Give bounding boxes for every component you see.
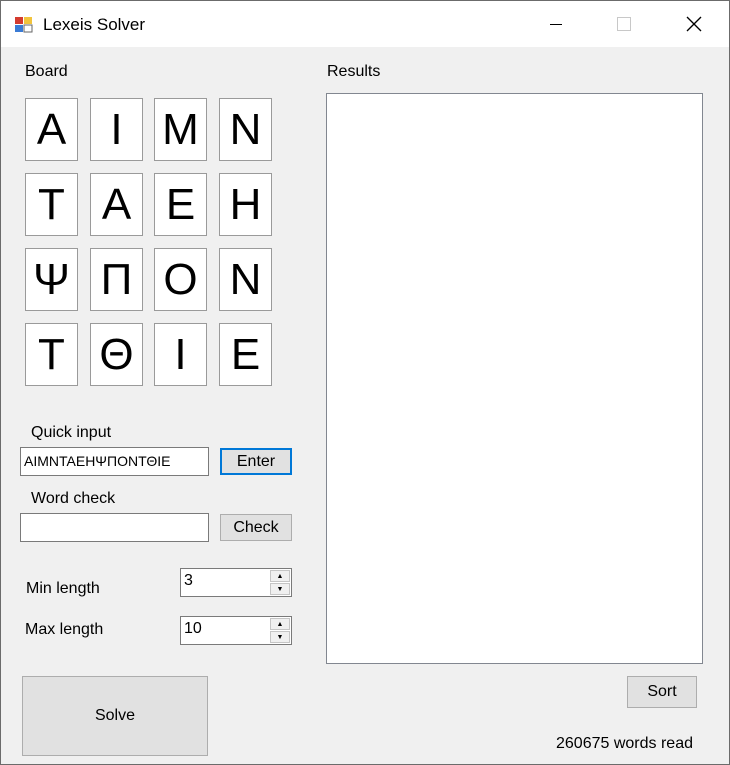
max-length-label: Max length <box>25 621 104 638</box>
spin-down-icon[interactable]: ▼ <box>270 631 290 643</box>
min-length-label: Min length <box>26 580 100 597</box>
spin-down-icon[interactable]: ▼ <box>270 583 290 595</box>
title-bar: Lexeis Solver <box>1 1 729 47</box>
min-length-spin-buttons: ▲ ▼ <box>270 570 290 595</box>
board-tile[interactable]: Ι <box>90 98 143 161</box>
check-button[interactable]: Check <box>220 514 292 541</box>
max-length-value[interactable]: 10 <box>184 620 202 638</box>
sort-button-label: Sort <box>647 683 677 700</box>
status-text: 260675 words read <box>556 735 693 752</box>
enter-button-label: Enter <box>236 452 276 470</box>
board-tile[interactable]: Ι <box>154 323 207 386</box>
board-tile[interactable]: Τ <box>25 173 78 236</box>
board-tile[interactable]: Ε <box>154 173 207 236</box>
board-tile[interactable]: Ψ <box>25 248 78 311</box>
board-tile[interactable]: Θ <box>90 323 143 386</box>
window-title: Lexeis Solver <box>43 15 146 34</box>
minimize-button[interactable] <box>533 1 579 47</box>
board-tile[interactable]: Η <box>219 173 272 236</box>
board-label: Board <box>25 63 68 80</box>
enter-button[interactable]: Enter <box>220 448 292 475</box>
max-length-stepper[interactable]: 10 ▲ ▼ <box>180 616 292 645</box>
min-length-value[interactable]: 3 <box>184 572 193 590</box>
check-button-label: Check <box>233 518 279 536</box>
solve-button[interactable]: Solve <box>22 676 208 756</box>
board-tile[interactable]: Π <box>90 248 143 311</box>
board-tile[interactable]: Ο <box>154 248 207 311</box>
board-tile[interactable]: Α <box>90 173 143 236</box>
board-tile[interactable]: Ν <box>219 248 272 311</box>
solve-button-label: Solve <box>94 707 136 724</box>
board-tile[interactable]: Τ <box>25 323 78 386</box>
min-length-stepper[interactable]: 3 ▲ ▼ <box>180 568 292 597</box>
maximize-icon <box>617 17 631 31</box>
quick-input-field[interactable]: ΑΙΜΝΤΑΕΗΨΠΟΝΤΘΙΕ <box>20 447 209 476</box>
spin-up-icon[interactable]: ▲ <box>270 618 290 630</box>
close-button[interactable] <box>671 1 717 47</box>
max-length-spin-buttons: ▲ ▼ <box>270 618 290 643</box>
quick-input-label: Quick input <box>31 424 112 441</box>
word-check-field[interactable] <box>20 513 209 542</box>
sort-button[interactable]: Sort <box>627 676 697 708</box>
close-icon <box>686 16 702 32</box>
app-window: Lexeis Solver Board Α Ι Μ Ν Τ Α Ε Η Ψ Π … <box>0 0 730 765</box>
board-tile[interactable]: Μ <box>154 98 207 161</box>
maximize-button[interactable] <box>601 1 647 47</box>
minimize-icon <box>550 24 562 25</box>
results-label: Results <box>327 63 381 80</box>
app-icon <box>15 15 33 33</box>
word-check-label: Word check <box>31 490 116 507</box>
board-tile[interactable]: Ε <box>219 323 272 386</box>
board-tile[interactable]: Ν <box>219 98 272 161</box>
board-tile[interactable]: Α <box>25 98 78 161</box>
spin-up-icon[interactable]: ▲ <box>270 570 290 582</box>
results-list[interactable] <box>326 93 703 664</box>
